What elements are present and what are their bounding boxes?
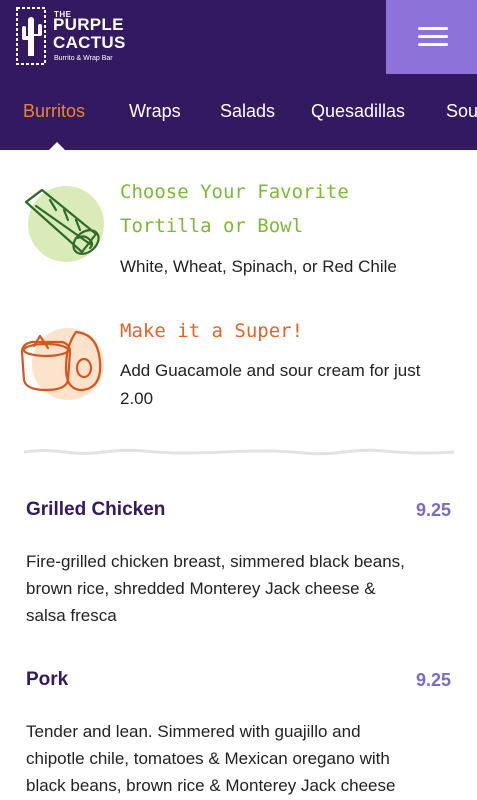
nav-tab-salads[interactable]: Salads [220, 101, 275, 122]
hamburger-icon-bar [418, 35, 448, 38]
burrito-icon [24, 186, 104, 262]
purple-cactus-logo[interactable]: THE PURPLE CACTUS Burrito & Wrap Bar [16, 6, 146, 66]
nav-tab-quesadillas[interactable]: Quesadillas [311, 101, 405, 122]
menu-item-description-line1: Tender and lean. Simmered with guajillo … [26, 722, 361, 741]
hamburger-icon [418, 27, 448, 30]
menu-item-description-line2: brown rice, shredded Monterey Jack chees… [26, 579, 376, 598]
cactus-icon [16, 7, 46, 65]
top-bar: THE PURPLE CACTUS Burrito & Wrap Bar [0, 0, 477, 74]
promo-super-title: Make it a Super! [120, 320, 304, 342]
menu-item-description-line3: black beans, brown rice & Monterey Jack … [26, 776, 396, 795]
menu-item-description-line3: salsa fresca [26, 606, 117, 625]
promo-tortilla-title-line2: Tortilla or Bowl [120, 215, 304, 237]
logo-name-line2: CACTUS [53, 33, 126, 52]
menu-item-description-line2: chipotle chile, tomatoes & Mexican orega… [26, 749, 390, 768]
logo-name-line1: PURPLE [53, 15, 124, 34]
active-tab-caret [48, 142, 66, 151]
nav-tab-soups[interactable]: Sou [446, 101, 477, 122]
wavy-divider [24, 448, 454, 456]
category-nav: Burritos Wraps Salads Quesadillas Sou [0, 74, 477, 150]
menu-item-price: 9.25 [415, 670, 451, 690]
guacamole-icon [20, 328, 104, 400]
hamburger-menu-button[interactable] [386, 0, 477, 74]
hamburger-icon-bar [418, 43, 448, 46]
promo-super-text-line2: 2.00 [120, 389, 154, 408]
promo-super-text-line1: Add Guacamole and sour cream for just [120, 361, 421, 380]
logo-tagline: Burrito & Wrap Bar [54, 55, 113, 62]
nav-tab-burritos[interactable]: Burritos [23, 101, 85, 122]
promo-tortilla-text: White, Wheat, Spinach, or Red Chile [120, 257, 397, 276]
menu-item-name[interactable]: Pork [26, 669, 68, 691]
promo-tortilla-title-line1: Choose Your Favorite [120, 181, 349, 203]
menu-item-description-line1: Fire-grilled chicken breast, simmered bl… [26, 552, 405, 571]
nav-tab-wraps[interactable]: Wraps [129, 101, 181, 122]
menu-item-price: 9.25 [415, 500, 451, 520]
menu-item-name[interactable]: Grilled Chicken [26, 499, 165, 521]
